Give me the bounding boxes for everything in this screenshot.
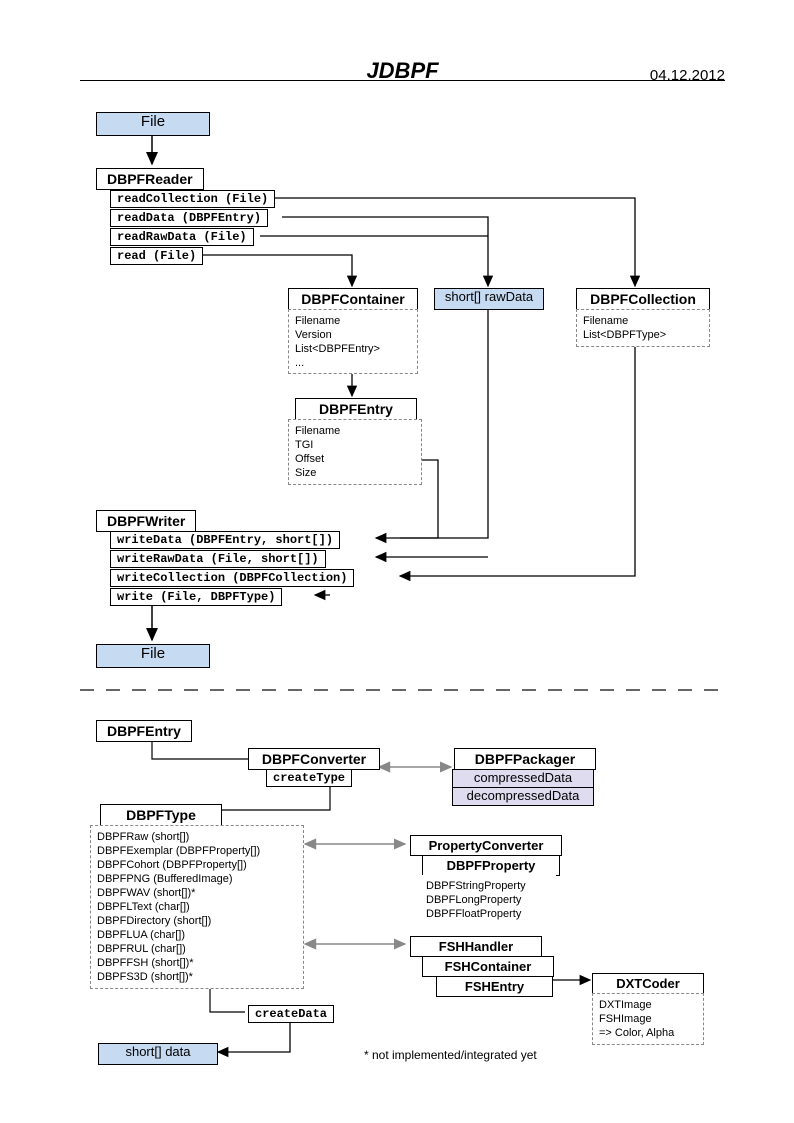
footnote: * not implemented/integrated yet bbox=[364, 1048, 537, 1062]
createdata-method: createData bbox=[248, 1005, 334, 1023]
dbpftype-list: DBPFRaw (short[]) DBPFExemplar (DBPFProp… bbox=[90, 825, 304, 989]
propconv-title: PropertyConverter bbox=[410, 835, 562, 856]
writer-method-3: write (File, DBPFType) bbox=[110, 588, 282, 606]
dbpfconverter-title: DBPFConverter bbox=[248, 748, 380, 770]
shortdata-node: short[] data bbox=[98, 1043, 218, 1065]
diagram-canvas: File DBPFReader readCollection (File) re… bbox=[80, 100, 720, 1080]
dbpfcontainer-title: DBPFContainer bbox=[288, 288, 418, 310]
dbpfwriter-title: DBPFWriter bbox=[96, 510, 196, 532]
file-node-top: File bbox=[96, 112, 210, 136]
dbpfcontainer-attrs: Filename Version List<DBPFEntry> ... bbox=[288, 309, 418, 374]
dxtcoder-title: DXTCoder bbox=[592, 973, 704, 994]
writer-method-1: writeRawData (File, short[]) bbox=[110, 550, 326, 568]
page-header: JDBPF 04.12.2012 bbox=[80, 50, 725, 81]
dbpfprop-title: DBPFProperty bbox=[422, 855, 560, 876]
decompressed-data: decompressedData bbox=[452, 787, 594, 806]
fshhandler-title: FSHHandler bbox=[410, 936, 542, 957]
file-node-bottom: File bbox=[96, 644, 210, 668]
writer-method-2: writeCollection (DBPFCollection) bbox=[110, 569, 354, 587]
dbpfprop-attrs: DBPFStringProperty DBPFLongProperty DBPF… bbox=[420, 875, 556, 925]
dbpfcollection-title: DBPFCollection bbox=[576, 288, 710, 310]
reader-method-1: readData (DBPFEntry) bbox=[110, 209, 268, 227]
page-title: JDBPF bbox=[366, 58, 438, 84]
dbpftype-title: DBPFType bbox=[100, 804, 222, 826]
dxtcoder-attrs: DXTImage FSHImage => Color, Alpha bbox=[592, 993, 704, 1045]
dbpfcollection-attrs: Filename List<DBPFType> bbox=[576, 309, 710, 347]
fshcontainer-title: FSHContainer bbox=[422, 956, 554, 977]
dbpfentry2-title: DBPFEntry bbox=[96, 720, 192, 742]
page-date: 04.12.2012 bbox=[650, 67, 725, 84]
createtype-method: createType bbox=[266, 769, 352, 787]
dbpfentry-attrs: Filename TGI Offset Size bbox=[288, 419, 422, 485]
compressed-data: compressedData bbox=[452, 769, 594, 788]
reader-method-0: readCollection (File) bbox=[110, 190, 275, 208]
dbpfentry-title: DBPFEntry bbox=[295, 398, 417, 420]
writer-method-0: writeData (DBPFEntry, short[]) bbox=[110, 531, 340, 549]
reader-method-2: readRawData (File) bbox=[110, 228, 254, 246]
reader-method-3: read (File) bbox=[110, 247, 203, 265]
fshentry-title: FSHEntry bbox=[436, 976, 553, 997]
dbpfreader-title: DBPFReader bbox=[96, 168, 204, 190]
rawdata-node: short[] rawData bbox=[434, 288, 544, 310]
dbpfpackager-title: DBPFPackager bbox=[454, 748, 596, 770]
